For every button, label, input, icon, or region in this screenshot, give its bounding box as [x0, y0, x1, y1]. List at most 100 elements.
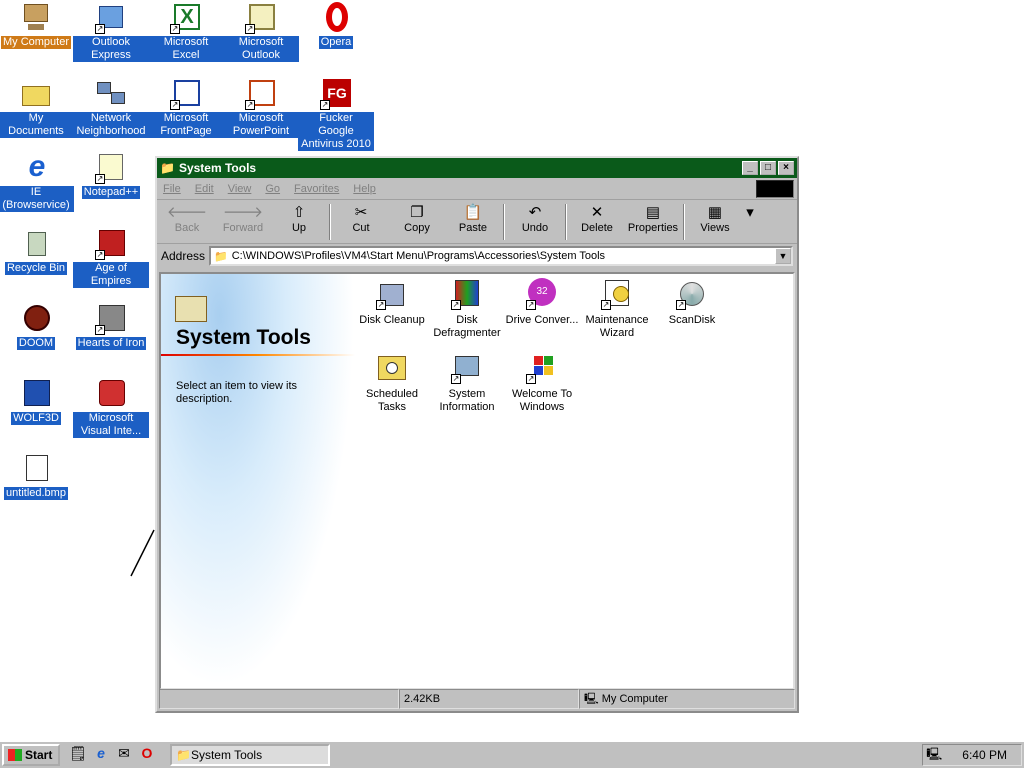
address-input[interactable]: 📁 C:\WINDOWS\Profiles\VM4\Start Menu\Pro… — [209, 246, 793, 266]
desktop-icon-recycle-bin[interactable]: Recycle Bin — [0, 228, 74, 275]
item-maintenance-wizard[interactable]: ↗ Maintenance Wizard — [579, 278, 655, 340]
hearts-of-iron-icon: ↗ — [95, 303, 127, 335]
item-scandisk[interactable]: ↗ ScanDisk — [654, 278, 730, 327]
delete-button[interactable]: ✕ Delete — [569, 204, 625, 234]
outlook-express-quicklaunch-icon[interactable]: ✉ — [114, 745, 134, 765]
desktop-icon-powerpoint[interactable]: ↗ Microsoft PowerPoint — [223, 78, 299, 138]
paste-icon: 📋 — [463, 204, 483, 221]
desktop-icon-outlook-express[interactable]: ↗ Outlook Express — [73, 2, 149, 62]
outlook-icon: ↗ — [245, 2, 277, 34]
excel-icon: X ↗ — [170, 2, 202, 34]
copy-icon: ❐ — [410, 204, 424, 221]
views-button[interactable]: ▦ Views — [687, 204, 743, 234]
item-disk-cleanup[interactable]: ↗ Disk Cleanup — [354, 278, 430, 327]
address-bar: Address 📁 C:\WINDOWS\Profiles\VM4\Start … — [157, 244, 797, 268]
paint-file-icon — [20, 453, 52, 485]
folder-icon: 📁 — [214, 250, 228, 263]
up-button[interactable]: ⇧ Up — [271, 204, 327, 234]
desktop-icon-ie[interactable]: e IE (Browservice) — [0, 152, 74, 212]
taskbar: Start 🗒 e ✉ O 📁 System Tools 🖳 6:40 PM — [0, 740, 1024, 768]
wolf3d-icon — [20, 378, 52, 410]
desktop-icon-my-documents[interactable]: My Documents — [0, 78, 74, 138]
desktop-icon-wolf3d[interactable]: WOLF3D — [0, 378, 74, 425]
back-arrow-icon: 🡐 — [166, 204, 208, 221]
opera-icon — [320, 2, 352, 34]
menu-bar: File Edit View Go Favorites Help — [157, 178, 797, 200]
maximize-button[interactable]: □ — [760, 161, 776, 175]
show-desktop-icon[interactable]: 🗒 — [68, 745, 88, 765]
paste-button[interactable]: 📋 Paste — [445, 204, 501, 234]
toolbar-separator — [329, 204, 331, 240]
menu-favorites[interactable]: Favorites — [294, 183, 339, 195]
folder-icon — [20, 78, 52, 110]
desktop-icon-frontpage[interactable]: ↗ Microsoft FrontPage — [148, 78, 224, 138]
explorer-window[interactable]: 📁 System Tools _ □ × File Edit View Go F… — [155, 156, 799, 713]
window-title: System Tools — [178, 161, 257, 175]
age-of-empires-icon: ↗ — [95, 228, 127, 260]
windows-flag-icon — [8, 749, 22, 761]
desktop-icon-my-computer[interactable]: My Computer — [0, 2, 74, 49]
system-tools-folder-icon — [175, 292, 207, 324]
desktop-line — [130, 529, 155, 577]
folder-icon: 📁 — [176, 748, 191, 762]
ie-quicklaunch-icon[interactable]: e — [91, 745, 111, 765]
ie-icon: e — [28, 150, 46, 183]
minimize-button[interactable]: _ — [742, 161, 758, 175]
item-scheduled-tasks[interactable]: Scheduled Tasks — [354, 352, 430, 414]
forward-button[interactable]: 🡒 Forward — [215, 204, 271, 234]
cut-button[interactable]: ✂ Cut — [333, 204, 389, 234]
address-dropdown[interactable]: ▼ — [775, 248, 791, 264]
item-drive-converter[interactable]: 32 ↗ Drive Conver... — [504, 278, 580, 327]
desktop-icon-notepadpp[interactable]: ↗ Notepad++ — [73, 152, 149, 199]
menu-go[interactable]: Go — [265, 183, 280, 195]
desktop-icon-outlook[interactable]: ↗ Microsoft Outlook — [223, 2, 299, 62]
close-button[interactable]: × — [778, 161, 794, 175]
undo-button[interactable]: ↶ Undo — [507, 204, 563, 234]
maintenance-wizard-icon: ↗ — [601, 278, 633, 310]
menu-edit[interactable]: Edit — [195, 183, 214, 195]
disk-cleanup-icon: ↗ — [376, 278, 408, 310]
item-system-information[interactable]: ↗ System Information — [429, 352, 505, 414]
system-information-icon: ↗ — [451, 352, 483, 384]
delete-icon: ✕ — [590, 204, 604, 221]
tray-icon[interactable]: 🖳 — [926, 745, 942, 766]
desktop-icon-doom[interactable]: DOOM — [0, 303, 74, 350]
fg-icon: FG ↗ — [320, 78, 352, 110]
desktop-icon-visual-interdev[interactable]: Microsoft Visual Inte... — [73, 378, 149, 438]
views-icon: ▦ — [707, 204, 723, 221]
windows-logo-icon — [756, 180, 794, 198]
opera-quicklaunch-icon[interactable]: O — [137, 745, 157, 765]
desktop-icon-age-of-empires[interactable]: ↗ Age of Empires — [73, 228, 149, 288]
views-dropdown[interactable]: ▾ — [743, 204, 757, 222]
back-button[interactable]: 🡐 Back — [159, 204, 215, 234]
desktop-icon-excel[interactable]: X ↗ Microsoft Excel — [148, 2, 224, 62]
system-tray: 🖳 6:40 PM — [922, 744, 1022, 766]
menu-view[interactable]: View — [228, 183, 252, 195]
scandisk-icon: ↗ — [676, 278, 708, 310]
properties-button[interactable]: ▤ Properties — [625, 204, 681, 234]
desktop-icon-network[interactable]: Network Neighborhood — [73, 78, 149, 138]
desktop-icon-antivirus[interactable]: FG ↗ Fucker Google Antivirus 2010 — [298, 78, 374, 151]
network-icon — [95, 78, 127, 110]
start-button[interactable]: Start — [2, 744, 60, 766]
desktop-icon-untitled-bmp[interactable]: untitled.bmp — [0, 453, 74, 500]
title-bar[interactable]: 📁 System Tools _ □ × — [157, 158, 797, 178]
status-bar: 2.42KB 🖳 My Computer — [159, 689, 795, 709]
item-disk-defragmenter[interactable]: ↗ Disk Defragmenter — [429, 278, 505, 340]
folder-view[interactable]: System Tools Select an item to view its … — [159, 272, 795, 690]
menu-help[interactable]: Help — [353, 183, 376, 195]
computer-icon — [20, 2, 52, 34]
defrag-icon: ↗ — [451, 278, 483, 310]
menu-file[interactable]: File — [163, 183, 181, 195]
desktop-icon-hearts-of-iron[interactable]: ↗ Hearts of Iron — [73, 303, 149, 350]
desktop-icon-opera[interactable]: Opera — [298, 2, 374, 49]
address-label: Address — [161, 249, 206, 263]
item-welcome-to-windows[interactable]: ↗ Welcome To Windows — [504, 352, 580, 414]
folder-icon: 📁 — [160, 161, 175, 175]
undo-icon: ↶ — [528, 204, 542, 221]
taskbar-item-system-tools[interactable]: 📁 System Tools — [170, 744, 330, 766]
panel-divider — [161, 354, 355, 356]
copy-button[interactable]: ❐ Copy — [389, 204, 445, 234]
status-zone-label: My Computer — [601, 693, 668, 705]
clock[interactable]: 6:40 PM — [962, 748, 1007, 762]
